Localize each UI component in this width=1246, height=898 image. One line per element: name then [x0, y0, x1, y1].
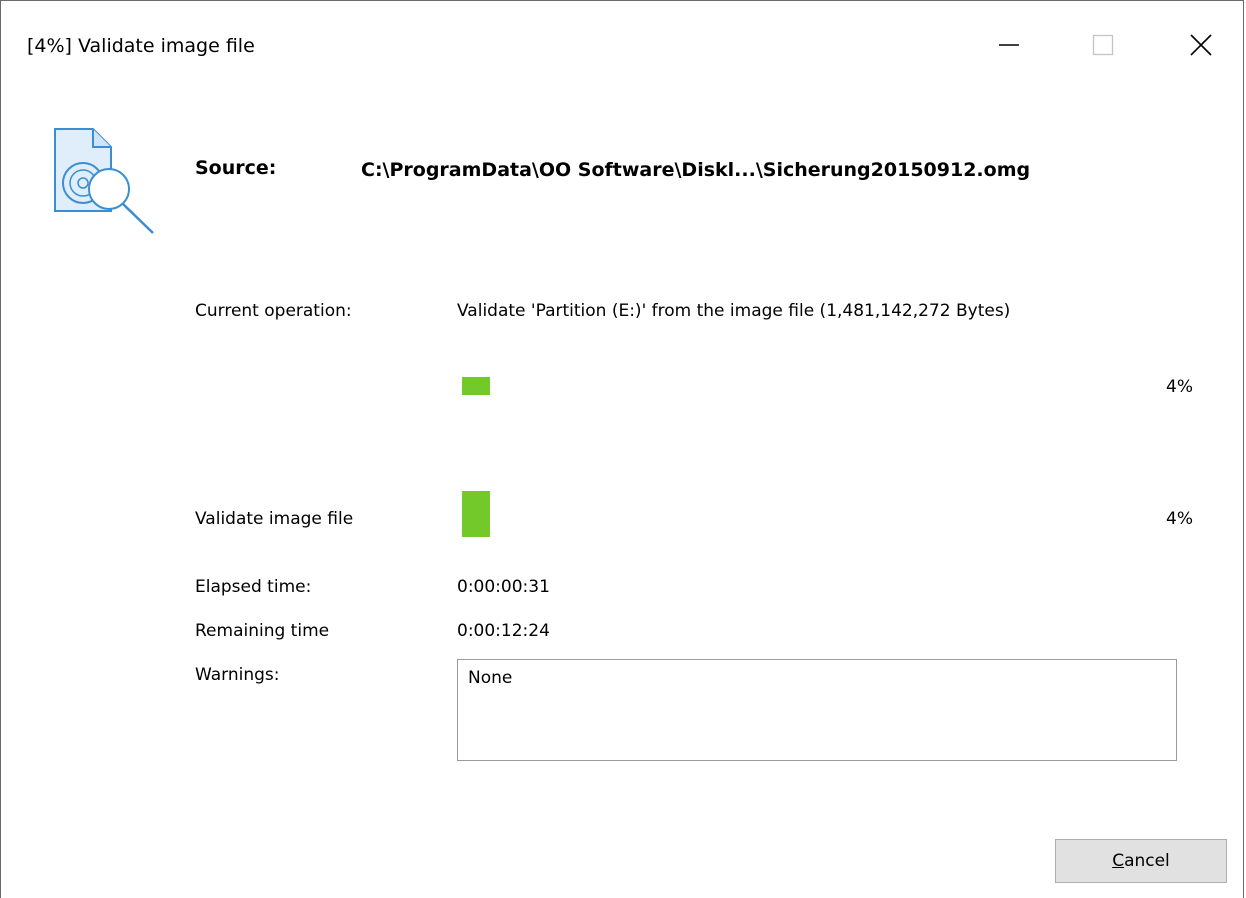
warnings-text: None [468, 668, 513, 688]
warnings-textbox[interactable]: None [457, 659, 1177, 761]
cancel-button[interactable]: Cancel [1055, 839, 1227, 883]
minimize-icon [999, 44, 1019, 46]
window-title: [4%] Validate image file [27, 35, 255, 57]
close-button[interactable] [1171, 17, 1231, 73]
validate-dialog-window: [4%] Validate image file Source: C:\Prog… [0, 0, 1244, 898]
warnings-label: Warnings: [195, 665, 280, 685]
current-operation-label: Current operation: [195, 301, 352, 321]
cancel-label: ancel [1124, 851, 1170, 871]
operation-progress-fill [462, 377, 490, 395]
remaining-time-value: 0:00:12:24 [457, 621, 550, 641]
source-label: Source: [195, 157, 277, 179]
disk-image-search-icon [54, 128, 154, 234]
overall-progress-percent: 4% [1166, 509, 1193, 529]
overall-progress-fill [462, 491, 490, 537]
close-icon [1190, 34, 1212, 56]
operation-progress-percent: 4% [1166, 377, 1193, 397]
remaining-time-label: Remaining time [195, 621, 330, 641]
cancel-mnemonic: C [1112, 851, 1125, 871]
operation-progress-bar [462, 377, 1162, 395]
overall-task-label: Validate image file [195, 509, 354, 529]
elapsed-time-label: Elapsed time: [195, 577, 312, 597]
maximize-icon [1092, 34, 1114, 56]
source-path: C:\ProgramData\OO Software\Diskl...\Sich… [361, 159, 1031, 181]
overall-progress-bar [462, 491, 1162, 537]
current-operation-value: Validate 'Partition (E:)' from the image… [457, 301, 1011, 321]
elapsed-time-value: 0:00:00:31 [457, 577, 550, 597]
minimize-button[interactable] [979, 17, 1039, 73]
maximize-button [1073, 17, 1133, 73]
